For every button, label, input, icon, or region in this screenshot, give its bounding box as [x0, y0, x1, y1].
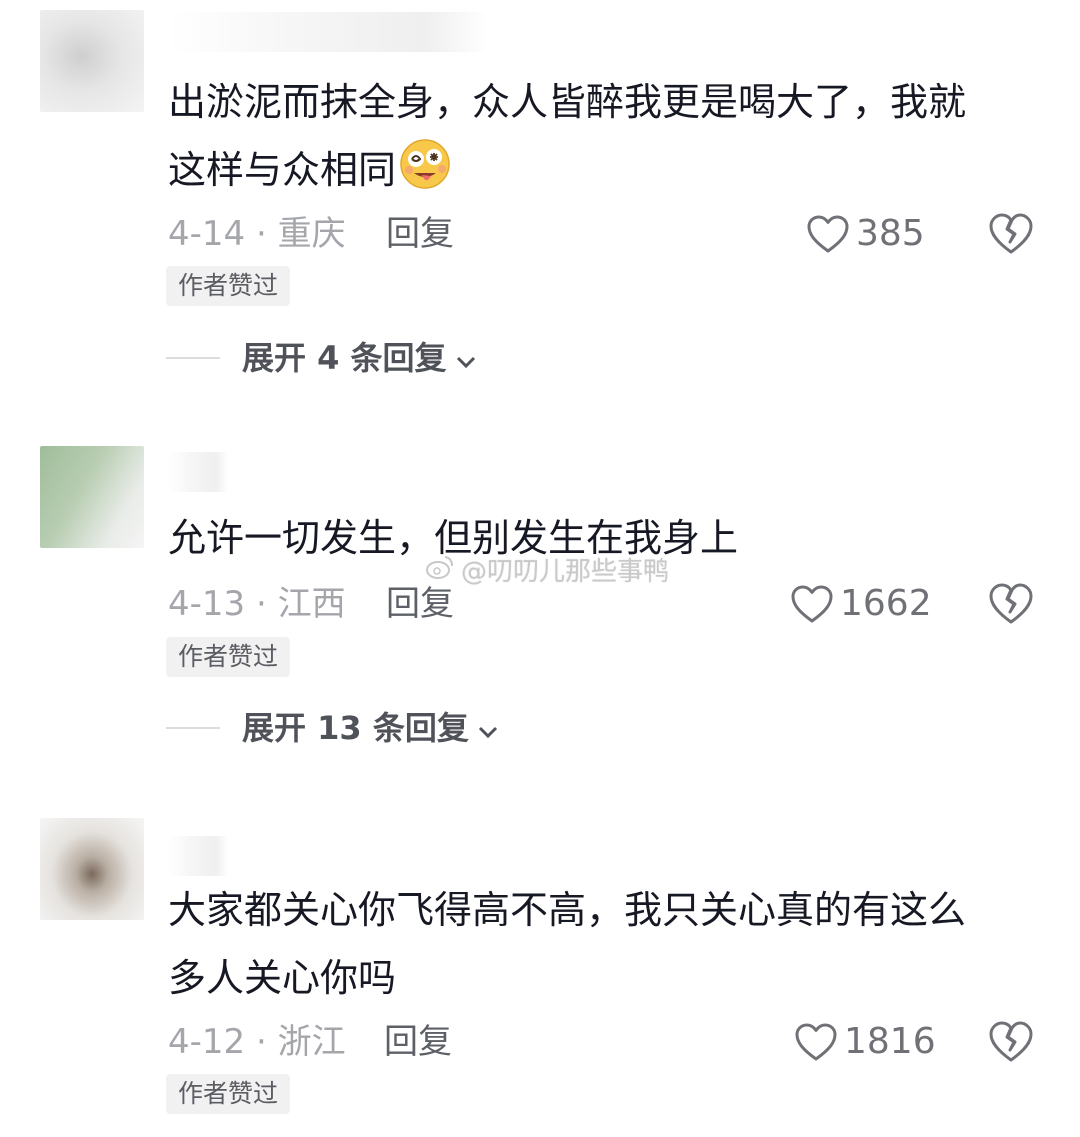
like-button[interactable]: 1816 [794, 1018, 936, 1066]
heart-outline-icon [794, 1022, 838, 1062]
author-liked-badge: 作者赞过 [166, 1074, 291, 1114]
comment-text-line: 出淤泥而抹全身，众人皆醉我更是喝大了，我就 [168, 80, 967, 124]
expand-replies-label: 展开 13 条回复 [242, 709, 469, 747]
like-count: 385 [856, 213, 925, 254]
comment-text: 出淤泥而抹全身，众人皆醉我更是喝大了，我就 这样与众相同 [168, 68, 1048, 204]
heart-outline-icon [790, 584, 834, 624]
dizzy-tongue-emoji-icon [398, 137, 452, 191]
like-count: 1816 [844, 1021, 936, 1062]
chevron-down-icon [455, 333, 477, 383]
date-location: 4-12 · 浙江 [168, 1022, 346, 1062]
divider [166, 727, 220, 729]
comment-text-line: 多人关心你吗 [168, 956, 397, 1000]
like-button[interactable]: 1662 [790, 580, 932, 628]
broken-heart-icon[interactable] [988, 212, 1034, 258]
heart-outline-icon [806, 214, 850, 254]
reply-button[interactable]: 回复 [386, 210, 454, 258]
username-blurred[interactable] [168, 12, 488, 52]
expand-replies-button[interactable]: 展开 13 条回复 [166, 703, 499, 753]
avatar[interactable] [40, 818, 144, 920]
broken-heart-icon[interactable] [988, 1020, 1034, 1066]
username-blurred[interactable] [168, 452, 228, 492]
expand-replies-button[interactable]: 展开 4 条回复 [166, 333, 477, 383]
date-location: 4-13 · 江西 [168, 584, 346, 624]
weibo-logo-icon [425, 554, 455, 590]
reply-button[interactable]: 回复 [384, 1018, 452, 1066]
author-liked-badge: 作者赞过 [166, 266, 291, 306]
avatar[interactable] [40, 446, 144, 548]
chevron-down-icon [477, 703, 499, 753]
expand-replies-label: 展开 4 条回复 [242, 339, 447, 377]
divider [166, 357, 220, 359]
comment-text-line: 大家都关心你飞得高不高，我只关心真的有这么 [168, 888, 967, 932]
comment-text: 大家都关心你飞得高不高，我只关心真的有这么 多人关心你吗 [168, 876, 1048, 1012]
like-count: 1662 [840, 583, 932, 624]
date-location: 4-14 · 重庆 [168, 214, 346, 254]
like-button[interactable]: 385 [806, 210, 925, 258]
watermark: @叨叨儿那些事鸭 [425, 554, 669, 590]
username-blurred[interactable] [168, 836, 228, 876]
broken-heart-icon[interactable] [988, 582, 1034, 628]
author-liked-badge: 作者赞过 [166, 637, 291, 677]
watermark-text: @叨叨儿那些事鸭 [461, 557, 670, 587]
avatar[interactable] [40, 10, 144, 112]
comment-text-line: 这样与众相同 [168, 148, 397, 192]
